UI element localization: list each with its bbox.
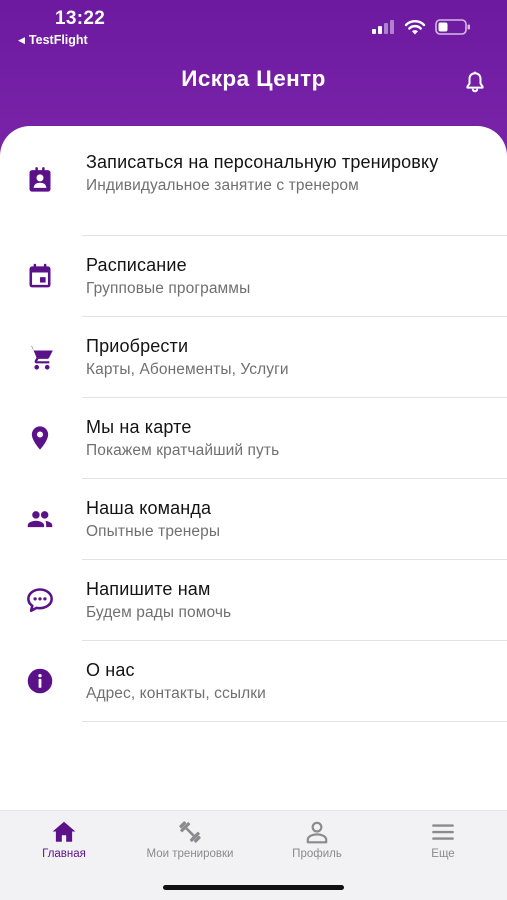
chat-bubble-icon bbox=[27, 588, 53, 613]
person-icon bbox=[306, 821, 328, 844]
home-icon bbox=[52, 821, 76, 842]
menu-item-title: Расписание bbox=[86, 255, 187, 275]
menu-item-subtitle: Карты, Абонементы, Услуги bbox=[86, 361, 289, 378]
dumbbell-icon bbox=[179, 821, 201, 843]
location-pin-icon bbox=[31, 426, 49, 450]
menu-item-contact[interactable]: Напишите нам Будем рады помочь bbox=[0, 560, 507, 641]
menu-item-title: Записаться на персональную тренировку bbox=[86, 152, 439, 172]
menu-item-subtitle: Групповые программы bbox=[86, 280, 251, 297]
tab-label: Профиль bbox=[292, 848, 342, 860]
tab-my-trainings[interactable]: Мои тренировки bbox=[127, 811, 253, 873]
status-bar: 13:22 ◀ TestFlight bbox=[0, 0, 507, 52]
menu-item-title: Наша команда bbox=[86, 498, 212, 518]
menu-item-purchase[interactable]: Приобрести Карты, Абонементы, Услуги bbox=[0, 317, 507, 398]
cart-icon bbox=[27, 345, 53, 370]
back-app-label: TestFlight bbox=[28, 33, 88, 47]
menu-item-schedule[interactable]: Расписание Групповые программы bbox=[0, 236, 507, 317]
menu-item-subtitle: Адрес, контакты, ссылки bbox=[86, 685, 266, 702]
menu-item-map[interactable]: Мы на карте Покажем кратчайший путь bbox=[0, 398, 507, 479]
menu-item-subtitle: Опытные тренеры bbox=[86, 523, 221, 540]
menu-item-about[interactable]: О нас Адрес, контакты, ссылки bbox=[0, 641, 507, 722]
menu-item-team[interactable]: Наша команда Опытные тренеры bbox=[0, 479, 507, 560]
calendar-icon bbox=[29, 263, 51, 288]
menu-item-personal-training[interactable]: Записаться на персональную тренировку Ин… bbox=[0, 136, 507, 236]
page-title: Искра Центр bbox=[181, 66, 326, 91]
menu-icon bbox=[432, 824, 454, 840]
tab-home[interactable]: Главная bbox=[1, 811, 127, 873]
menu-item-title: Приобрести bbox=[86, 336, 189, 356]
contact-calendar-icon bbox=[29, 167, 51, 192]
cellular-signal-icon bbox=[372, 20, 394, 34]
wifi-icon bbox=[404, 20, 426, 35]
tab-label: Главная bbox=[42, 848, 86, 860]
divider bbox=[82, 720, 507, 722]
back-to-app-link[interactable]: ◀ TestFlight bbox=[18, 33, 88, 47]
menu-item-subtitle: Будем рады помочь bbox=[86, 604, 232, 621]
info-icon bbox=[27, 668, 53, 694]
tab-label: Мои тренировки bbox=[146, 848, 234, 860]
menu-item-title: Напишите нам bbox=[86, 579, 211, 599]
bell-icon[interactable] bbox=[463, 70, 487, 94]
status-time: 13:22 bbox=[55, 8, 106, 29]
home-indicator[interactable] bbox=[163, 885, 344, 890]
battery-icon bbox=[435, 19, 470, 35]
tab-more[interactable]: Еще bbox=[380, 811, 506, 873]
people-icon bbox=[27, 511, 53, 528]
system-icons bbox=[371, 19, 471, 35]
menu-item-subtitle: Покажем кратчайший путь bbox=[86, 442, 280, 459]
menu-item-title: Мы на карте bbox=[86, 417, 192, 437]
menu-item-subtitle: Индивидуальное занятие с тренером bbox=[86, 177, 359, 194]
back-arrow-icon: ◀ bbox=[18, 34, 25, 45]
tab-label: Еще bbox=[431, 848, 455, 860]
menu-item-title: О нас bbox=[86, 660, 135, 680]
tab-profile[interactable]: Профиль bbox=[254, 811, 380, 873]
